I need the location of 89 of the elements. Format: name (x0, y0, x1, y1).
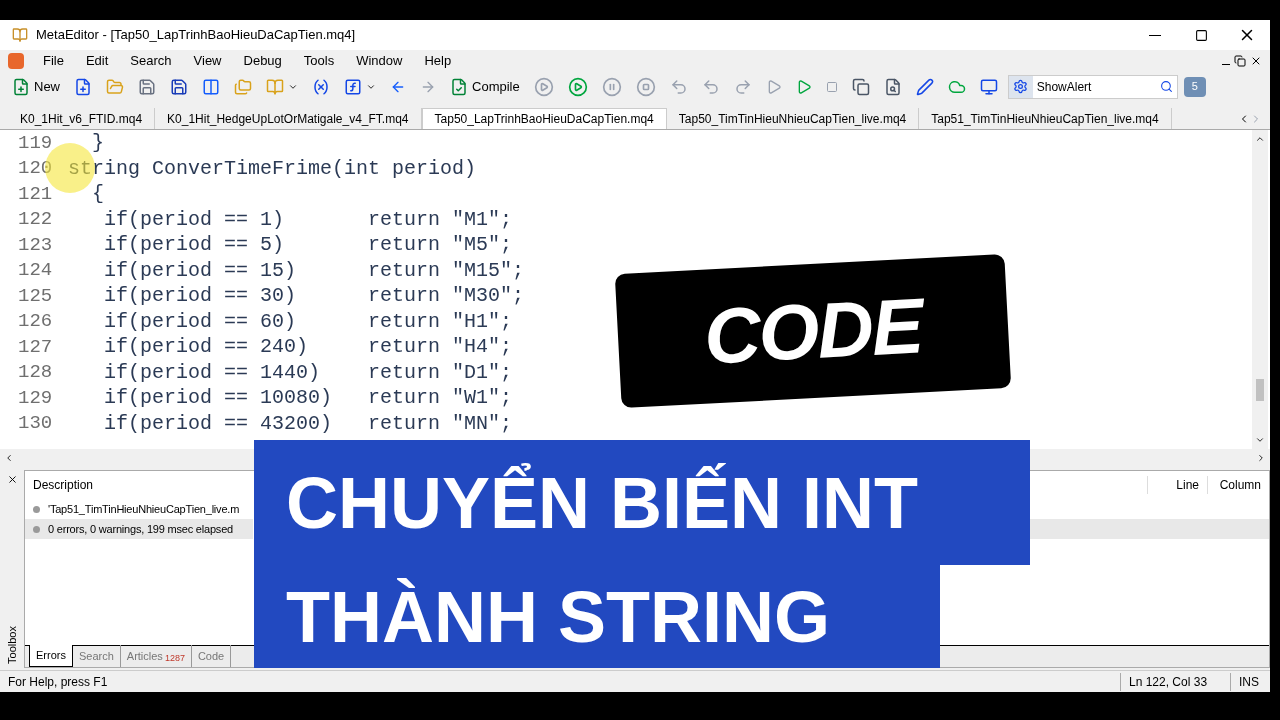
settings-icon (1013, 79, 1029, 95)
app-icon (12, 27, 28, 43)
scroll-left-icon (4, 452, 14, 463)
compile-button[interactable]: Compile (446, 74, 524, 99)
menu-item[interactable]: Search (119, 51, 183, 71)
message-row[interactable]: 'Tap51_TimTinHieuNhieuCapTien_live.m (25, 499, 253, 520)
line-number: 123 (17, 232, 54, 258)
code-line: { (91, 181, 104, 208)
line-number: 122 (17, 207, 54, 233)
headline-banner: THÀNH STRING (254, 565, 940, 668)
minimize-icon[interactable] (1222, 63, 1230, 65)
column-header: Column (1207, 476, 1269, 495)
line-number: 128 (17, 360, 54, 386)
menu-item[interactable]: Help (413, 51, 463, 71)
line-number: 121 (17, 181, 54, 207)
column-header: Description (32, 477, 95, 495)
search-value: ShowAlert (1036, 78, 1093, 96)
save-icon (138, 77, 156, 96)
message-text: 'Tap51_TimTinHieuNhieuCapTien_live.m (48, 501, 240, 517)
vertical-scrollbar[interactable] (1252, 130, 1268, 450)
toolbox-tab[interactable]: Articles $_{1287}$ (120, 645, 192, 668)
book-icon (266, 77, 284, 96)
redo-arrow-icon (733, 77, 752, 96)
code-line: if(period == 10080) return "W1"; (103, 385, 513, 412)
maximize-icon (1194, 28, 1208, 42)
toolbox-tab[interactable]: Code (191, 645, 232, 668)
undo-arrow-icon (669, 77, 688, 96)
search-field[interactable]: ShowAlert (1007, 74, 1178, 99)
code-line: if(period == 60) return "H1"; (103, 308, 513, 335)
copy-icon (851, 77, 870, 96)
folder-icon (106, 77, 124, 96)
scroll-right-icon (1256, 452, 1266, 463)
message-text: 0 errors, 0 warnings, 199 msec elapsed (48, 521, 233, 537)
play-circle-icon (567, 76, 588, 97)
play-circle-icon (533, 76, 554, 97)
stop-icon (825, 80, 838, 93)
code-line: if(period == 30) return "M30"; (103, 283, 525, 310)
toolbox-tab[interactable]: Search (72, 645, 121, 668)
menu-item[interactable]: File (32, 51, 75, 71)
menu-item[interactable]: Tools (292, 51, 346, 71)
columns-icon (202, 77, 220, 96)
undo-arrow-icon (701, 77, 720, 96)
menu-item[interactable]: View (182, 51, 233, 71)
window-title: MetaEditor - [Tap50_LapTrinhBaoHieuDaCapTien.mq4] (36, 26, 356, 45)
code-line: if(period == 1440) return "D1"; (103, 359, 513, 386)
function-icon (344, 77, 362, 96)
line-number: 127 (17, 334, 54, 360)
menu-item[interactable]: Edit (74, 51, 120, 71)
restore-icon[interactable] (1234, 54, 1246, 67)
file-tab[interactable]: Tap50_LapTrinhBaoHieuDaCapTien.mq4 (421, 108, 667, 130)
scroll-thumb[interactable] (1256, 378, 1264, 401)
line-number: 119 (17, 130, 54, 156)
search-icon (1159, 80, 1173, 94)
toolbox-tab[interactable]: Errors (29, 645, 73, 668)
cursor-position: Ln 122, Col 33 (1120, 672, 1230, 691)
column-header: Line (1147, 476, 1207, 495)
folders-icon (234, 77, 252, 96)
file-plus-icon (12, 77, 30, 96)
insert-mode: INS (1230, 672, 1270, 691)
message-row[interactable]: 0 errors, 0 warnings, 199 msec elapsed (25, 519, 253, 540)
status-text: For Help, press F1 (7, 673, 109, 691)
file-check-icon (450, 77, 468, 96)
toolbox-label: Toolbox (4, 626, 19, 665)
pause-circle-icon (601, 76, 622, 97)
close-icon[interactable] (6, 474, 18, 486)
line-number: 126 (17, 309, 54, 335)
line-number: 129 (17, 385, 54, 411)
code-line: if(period == 43200) return "MN"; (103, 410, 513, 437)
headline-banner: CHUYỂN BIẾN INT (254, 440, 1030, 565)
document-icon (8, 52, 24, 69)
line-number: 125 (17, 283, 54, 309)
minimize-icon (1149, 34, 1161, 36)
file-plus-icon (74, 77, 92, 96)
menu-item[interactable]: Debug (232, 51, 293, 71)
code-line: } (91, 130, 104, 157)
code-line: if(period == 15) return "M15"; (103, 257, 525, 284)
variable-icon (312, 77, 330, 96)
menu-item[interactable]: Window (345, 51, 414, 71)
pen-icon (915, 77, 934, 96)
code-line: if(period == 240) return "H4"; (103, 334, 513, 361)
monitor-icon (979, 77, 998, 96)
new-button[interactable]: New (8, 74, 64, 99)
line-number: 124 (17, 258, 54, 284)
file-search-icon (883, 77, 902, 96)
code-line: if(period == 1) return "M1"; (103, 206, 513, 233)
save-icon (170, 77, 188, 96)
stop-circle-icon (635, 76, 656, 97)
code-line: if(period == 5) return "M5"; (103, 232, 513, 259)
line-number: 130 (17, 411, 54, 437)
